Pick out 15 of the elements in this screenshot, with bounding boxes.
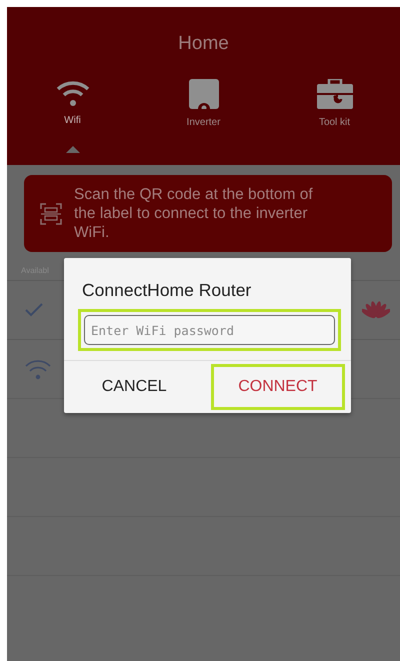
dialog-title: ConnectHome Router bbox=[81, 279, 252, 301]
inverter-icon bbox=[188, 79, 218, 109]
qr-banner[interactable]: Scan the QR code at the bottom of the label to connect to the inverter WiFi. bbox=[24, 175, 392, 252]
qr-scan-icon bbox=[40, 202, 62, 224]
toolbox-icon bbox=[316, 79, 352, 109]
banner-text: Scan the QR code at the bottom of the label to connect to the inverter WiFi. bbox=[74, 185, 314, 242]
screen-title: Home bbox=[178, 33, 229, 55]
wifi-icon bbox=[56, 79, 90, 107]
nav-tab[interactable]: Tool kit bbox=[269, 79, 400, 153]
connect-button[interactable]: CONNECT bbox=[210, 364, 345, 410]
nav-tab[interactable]: Inverter bbox=[138, 79, 269, 153]
nav-tab[interactable]: Wifi bbox=[7, 79, 138, 153]
tab-pointer bbox=[66, 146, 80, 153]
password-field[interactable]: Enter WiFi password bbox=[84, 315, 335, 345]
petal-logo-icon bbox=[362, 300, 390, 320]
